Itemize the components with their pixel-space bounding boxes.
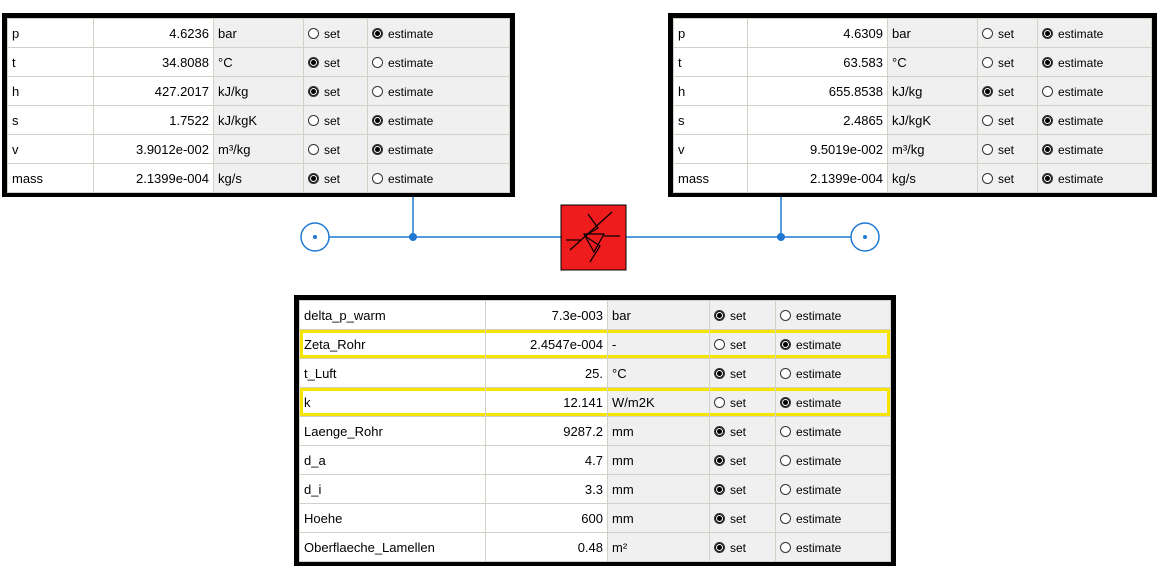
estimate-label: estimate (796, 366, 842, 381)
estimate-radio-option[interactable]: estimate (775, 358, 891, 388)
radio-checked-icon[interactable] (714, 309, 725, 321)
radio-checked-icon[interactable] (780, 338, 791, 350)
estimate-radio-option[interactable]: estimate (775, 300, 891, 330)
junction-dot-right (777, 233, 785, 241)
estimate-radio-option[interactable]: estimate (775, 329, 891, 359)
set-radio-option[interactable]: set (709, 358, 776, 388)
radio-unchecked-icon[interactable] (714, 338, 725, 350)
param-value-field[interactable]: 0.48 (485, 532, 608, 562)
estimate-label: estimate (796, 424, 842, 439)
radio-unchecked-icon[interactable] (780, 512, 791, 524)
param-unit: - (607, 329, 710, 359)
set-radio-option[interactable]: set (709, 300, 776, 330)
set-radio-option[interactable]: set (709, 445, 776, 475)
param-name: Hoehe (299, 503, 486, 533)
param-value-field[interactable]: 25. (485, 358, 608, 388)
set-radio-option[interactable]: set (709, 387, 776, 417)
param-name: Zeta_Rohr (299, 329, 486, 359)
estimate-label: estimate (796, 337, 842, 352)
heat-exchanger-icon[interactable] (560, 204, 627, 271)
set-radio-option[interactable]: set (709, 416, 776, 446)
set-label: set (730, 511, 747, 526)
estimate-label: estimate (796, 540, 842, 555)
estimate-label: estimate (796, 511, 842, 526)
estimate-label: estimate (796, 482, 842, 497)
radio-unchecked-icon[interactable] (780, 541, 791, 553)
estimate-label: estimate (796, 395, 842, 410)
param-unit: W/m2K (607, 387, 710, 417)
param-name: Oberflaeche_Lamellen (299, 532, 486, 562)
estimate-radio-option[interactable]: estimate (775, 532, 891, 562)
set-label: set (730, 453, 747, 468)
param-name: Laenge_Rohr (299, 416, 486, 446)
radio-unchecked-icon[interactable] (780, 425, 791, 437)
set-label: set (730, 482, 747, 497)
component-parameter-panel: delta_p_warm 7.3e-003 bar set estimate Zeta_R… (294, 295, 896, 566)
radio-unchecked-icon[interactable] (780, 309, 791, 321)
table-row: Hoehe 600 mm set estimate (299, 503, 891, 533)
component-parameter-table: delta_p_warm 7.3e-003 bar set estimate Zeta_R… (299, 300, 891, 562)
table-row: delta_p_warm 7.3e-003 bar set estimate (299, 300, 891, 330)
set-radio-option[interactable]: set (709, 503, 776, 533)
estimate-label: estimate (796, 308, 842, 323)
set-label: set (730, 366, 747, 381)
junction-dot-left (409, 233, 417, 241)
estimate-label: estimate (796, 453, 842, 468)
table-row: d_i 3.3 mm set estimate (299, 474, 891, 504)
radio-unchecked-icon[interactable] (780, 367, 791, 379)
table-row: t_Luft 25. °C set estimate (299, 358, 891, 388)
param-unit: mm (607, 503, 710, 533)
right-port-node[interactable] (850, 222, 880, 252)
set-label: set (730, 395, 747, 410)
param-name: delta_p_warm (299, 300, 486, 330)
set-radio-option[interactable]: set (709, 329, 776, 359)
set-label: set (730, 308, 747, 323)
param-value-field[interactable]: 3.3 (485, 474, 608, 504)
radio-checked-icon[interactable] (780, 396, 791, 408)
radio-unchecked-icon[interactable] (714, 396, 725, 408)
param-name: t_Luft (299, 358, 486, 388)
param-name: d_i (299, 474, 486, 504)
estimate-radio-option[interactable]: estimate (775, 416, 891, 446)
param-value-field[interactable]: 12.141 (485, 387, 608, 417)
param-unit: °C (607, 358, 710, 388)
param-value-field[interactable]: 7.3e-003 (485, 300, 608, 330)
param-value-field[interactable]: 600 (485, 503, 608, 533)
param-name: d_a (299, 445, 486, 475)
table-row: d_a 4.7 mm set estimate (299, 445, 891, 475)
table-row: Zeta_Rohr 2.4547e-004- set estimate (299, 329, 891, 359)
radio-unchecked-icon[interactable] (780, 454, 791, 466)
radio-checked-icon[interactable] (714, 425, 725, 437)
estimate-radio-option[interactable]: estimate (775, 474, 891, 504)
param-unit: bar (607, 300, 710, 330)
set-radio-option[interactable]: set (709, 532, 776, 562)
param-name: k (299, 387, 486, 417)
radio-checked-icon[interactable] (714, 367, 725, 379)
radio-checked-icon[interactable] (714, 541, 725, 553)
param-value-field[interactable]: 4.7 (485, 445, 608, 475)
radio-checked-icon[interactable] (714, 512, 725, 524)
table-row: Laenge_Rohr 9287.2 mm set estimate (299, 416, 891, 446)
param-unit: m² (607, 532, 710, 562)
radio-unchecked-icon[interactable] (780, 483, 791, 495)
estimate-radio-option[interactable]: estimate (775, 503, 891, 533)
radio-checked-icon[interactable] (714, 483, 725, 495)
param-value-field[interactable]: 9287.2 (485, 416, 608, 446)
table-row: k 12.141 W/m2K set estimate (299, 387, 891, 417)
param-value-field[interactable]: 2.4547e-004 (485, 329, 608, 359)
param-unit: mm (607, 416, 710, 446)
param-unit: mm (607, 474, 710, 504)
table-row: Oberflaeche_Lamellen 0.48 m² set estimate (299, 532, 891, 562)
estimate-radio-option[interactable]: estimate (775, 387, 891, 417)
set-label: set (730, 337, 747, 352)
left-port-node[interactable] (300, 222, 330, 252)
radio-checked-icon[interactable] (714, 454, 725, 466)
set-label: set (730, 540, 747, 555)
set-radio-option[interactable]: set (709, 474, 776, 504)
param-unit: mm (607, 445, 710, 475)
estimate-radio-option[interactable]: estimate (775, 445, 891, 475)
set-label: set (730, 424, 747, 439)
